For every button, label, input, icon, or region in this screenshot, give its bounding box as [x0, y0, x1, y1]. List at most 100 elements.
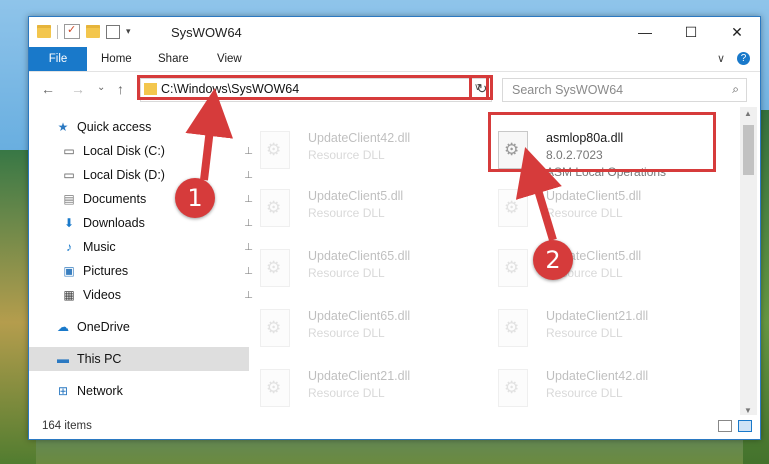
item-count: 164 items	[42, 420, 92, 432]
file-name: UpdateClient65.dll	[308, 249, 411, 263]
sidebar-item-label: OneDrive	[77, 320, 130, 334]
file-name: UpdateClient65.dll	[308, 309, 411, 323]
forward-arrow-icon[interactable]: →	[71, 81, 85, 97]
drive-icon: ▭	[63, 168, 75, 182]
close-button[interactable]: ✕	[714, 17, 760, 47]
sidebar-item-label: Local Disk (C:)	[83, 144, 165, 158]
qat-dropdown-icon[interactable]: ▾	[126, 26, 131, 37]
step-badge-2: 2	[533, 240, 573, 280]
file-item[interactable]: UpdateClient42.dll Resource DLL	[244, 125, 464, 173]
dll-file-icon	[260, 131, 290, 169]
sidebar-item-label: Pictures	[83, 264, 129, 278]
file-description: Resource DLL	[546, 326, 623, 340]
up-arrow-icon[interactable]: ↑	[117, 81, 124, 97]
onedrive-icon: ☁	[57, 320, 69, 334]
scroll-thumb[interactable]	[743, 125, 754, 175]
file-item[interactable]: UpdateClient5.dll Resource DLL	[482, 183, 702, 231]
file-item[interactable]: UpdateClient21.dll Resource DLL	[244, 363, 464, 407]
sidebar-item[interactable]: ▤ Documents ⊥	[29, 187, 255, 211]
sidebar-item-label: Network	[77, 384, 123, 398]
file-item[interactable]: UpdateClient21.dll Resource DLL	[482, 303, 702, 351]
sidebar-item-label: Quick access	[77, 120, 152, 134]
sidebar-item[interactable]: ⬇ Downloads ⊥	[29, 211, 255, 235]
sidebar-item[interactable]: ▭ Local Disk (C:) ⊥	[29, 139, 255, 163]
sidebar-item-label: Downloads	[83, 216, 145, 230]
recent-locations-icon[interactable]: ⌄	[97, 82, 105, 93]
highlight-refresh	[469, 75, 493, 100]
properties-check-icon[interactable]	[64, 23, 80, 39]
separator	[57, 24, 58, 39]
file-item[interactable]: UpdateClient65.dll Resource DLL	[244, 243, 464, 291]
window-title: SysWOW64	[171, 25, 242, 40]
sidebar-item[interactable]: ♪ Music ⊥	[29, 235, 255, 259]
dll-file-icon	[260, 369, 290, 407]
vertical-scrollbar[interactable]: ▲ ▼	[740, 107, 757, 417]
sidebar-item[interactable]: ⊞ Network	[29, 379, 249, 403]
ribbon-right-controls: ∨ ?	[717, 52, 750, 65]
customize-icon[interactable]	[106, 24, 120, 39]
dll-file-icon	[498, 189, 528, 227]
expand-ribbon-icon[interactable]: ∨	[717, 52, 725, 65]
file-description: Resource DLL	[546, 206, 623, 220]
ribbon-tabs: File Home Share View ∨ ?	[29, 47, 760, 72]
highlight-target-file	[488, 112, 716, 172]
file-name: UpdateClient5.dll	[546, 189, 642, 203]
maximize-button[interactable]: ☐	[668, 17, 714, 47]
file-item[interactable]: UpdateClient5.dllResource DLL	[244, 183, 464, 231]
documents-icon: ▤	[63, 192, 75, 206]
highlight-address-bar	[137, 75, 489, 100]
sidebar-item[interactable]: ☁ OneDrive	[29, 315, 249, 339]
step-badge-1: 1	[175, 178, 215, 218]
star-icon: ★	[57, 120, 69, 134]
sidebar-item[interactable]: ▬ This PC	[29, 347, 249, 371]
tiles-view-icon[interactable]	[738, 420, 752, 432]
tab-home[interactable]: Home	[101, 47, 132, 71]
dll-file-icon	[260, 189, 290, 227]
dll-file-icon	[498, 249, 528, 287]
sidebar-item[interactable]: ▭ Local Disk (D:) ⊥	[29, 163, 255, 187]
computer-icon: ▬	[57, 352, 69, 366]
file-description: Resource DLL	[308, 148, 385, 162]
file-item[interactable]: UpdateClient65.dll Resource DLL	[244, 303, 464, 351]
file-name: UpdateClient21.dll	[308, 369, 411, 383]
scroll-down-icon[interactable]: ▼	[744, 406, 752, 415]
file-name: UpdateClient21.dll	[546, 309, 649, 323]
sidebar-item-label: This PC	[77, 352, 122, 366]
search-input[interactable]: Search SysWOW64 ⌕	[502, 78, 747, 102]
view-switcher	[718, 420, 752, 432]
quick-access-toolbar: ▾	[37, 23, 131, 39]
sidebar-item-label: Documents	[83, 192, 147, 206]
file-name: UpdateClient42.dll	[546, 369, 649, 383]
new-folder-icon[interactable]	[86, 25, 100, 38]
window-controls: — ☐ ✕	[622, 17, 760, 47]
navigation-pane: ★ Quick access ▭ Local Disk (C:) ⊥ ▭ Local Dis…	[29, 107, 253, 407]
help-icon[interactable]: ?	[737, 52, 750, 65]
folder-icon[interactable]	[37, 25, 51, 38]
file-name: UpdateClient5.dll	[308, 189, 404, 203]
back-arrow-icon[interactable]: ←	[41, 81, 55, 97]
tab-file[interactable]: File	[29, 47, 87, 71]
dll-file-icon	[498, 309, 528, 347]
dll-file-icon	[260, 309, 290, 347]
file-description: Resource DLL	[308, 326, 385, 340]
file-name: UpdateClient42.dll	[308, 131, 411, 145]
sidebar-item[interactable]: ★ Quick access	[29, 115, 249, 139]
downloads-icon: ⬇	[63, 216, 75, 230]
tab-view[interactable]: View	[217, 47, 242, 71]
search-placeholder: Search SysWOW64	[512, 83, 624, 97]
sidebar-item[interactable]: ▣ Pictures ⊥	[29, 259, 255, 283]
file-description: Resource DLL	[308, 386, 385, 400]
file-item[interactable]: UpdateClient5.dllResource DLL	[482, 243, 702, 291]
search-icon: ⌕	[732, 82, 739, 96]
network-icon: ⊞	[57, 384, 69, 398]
minimize-button[interactable]: —	[622, 17, 668, 47]
tab-share[interactable]: Share	[158, 47, 189, 71]
title-bar: ▾ SysWOW64 — ☐ ✕	[29, 17, 760, 47]
scroll-up-icon[interactable]: ▲	[744, 109, 752, 118]
file-item[interactable]: UpdateClient42.dll Resource DLL	[482, 363, 702, 407]
details-view-icon[interactable]	[718, 420, 732, 432]
sidebar-item-label: Videos	[83, 288, 121, 302]
drive-icon: ▭	[63, 144, 75, 158]
sidebar-item-label: Music	[83, 240, 116, 254]
sidebar-item[interactable]: ▦ Videos ⊥	[29, 283, 255, 307]
